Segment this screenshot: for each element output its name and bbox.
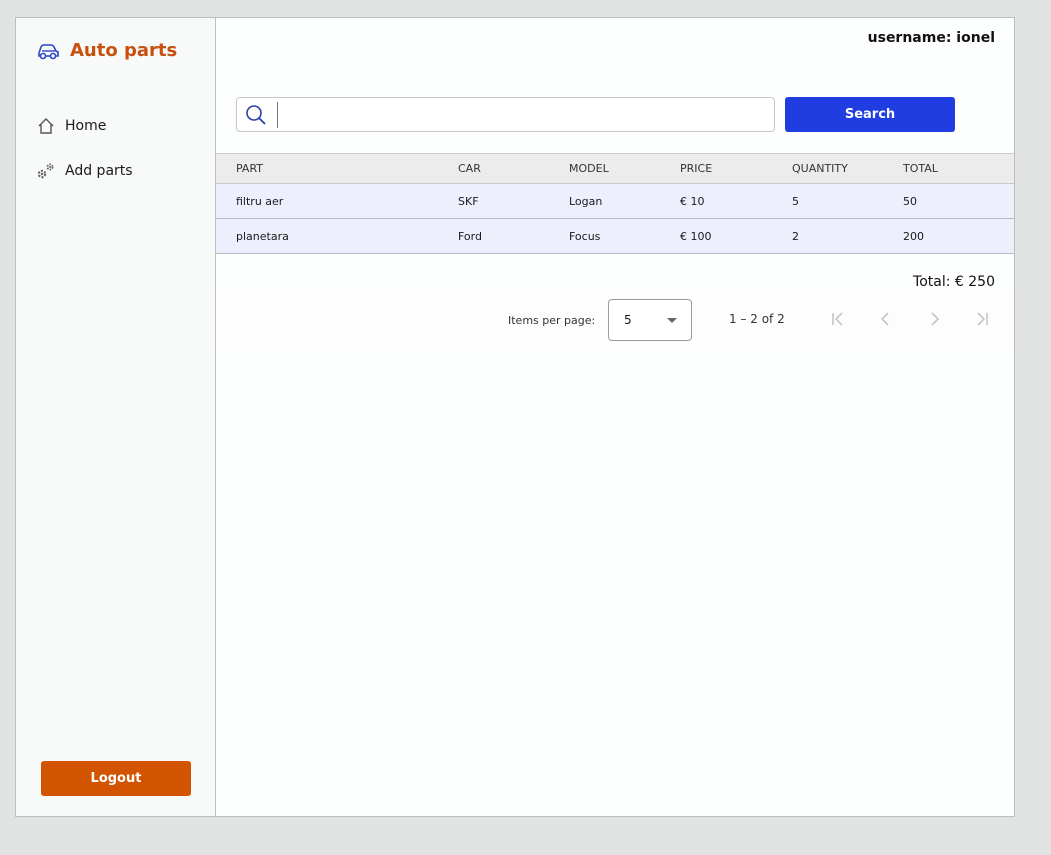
paginator: Items per page: 5 1 – 2 of 2: [216, 292, 1014, 350]
cell-model: Logan: [569, 194, 603, 208]
cell-car: Ford: [458, 229, 482, 243]
parts-table: PART CAR MODEL PRICE QUANTITY TOTAL filt…: [216, 153, 1014, 254]
username-label: username: ionel: [867, 30, 995, 46]
cell-total: 200: [903, 229, 924, 243]
gears-icon: [36, 161, 56, 181]
chevron-right-icon: [931, 312, 940, 326]
cell-total: 50: [903, 194, 917, 208]
cell-price: € 10: [680, 194, 705, 208]
items-per-page-label: Items per page:: [508, 314, 596, 327]
column-header-price[interactable]: PRICE: [680, 154, 712, 183]
sidebar-item-label: Add parts: [65, 163, 133, 179]
column-header-quantity[interactable]: QUANTITY: [792, 154, 848, 183]
last-page-button[interactable]: [967, 304, 997, 334]
cell-part: planetara: [236, 229, 289, 243]
search-button[interactable]: Search: [785, 97, 955, 132]
items-per-page-select[interactable]: 5: [608, 299, 692, 341]
column-header-part[interactable]: PART: [236, 154, 263, 183]
brand[interactable]: Auto parts: [36, 40, 177, 61]
sidebar-item-label: Home: [65, 118, 107, 134]
first-page-button[interactable]: [823, 304, 853, 334]
main-content: username: ionel Search PART CAR MODEL PR…: [216, 18, 1014, 816]
chevron-left-icon: [880, 312, 889, 326]
search-input[interactable]: [277, 102, 764, 128]
app-window: Auto parts Home Add parts Logout usernam…: [15, 17, 1015, 817]
column-header-car[interactable]: CAR: [458, 154, 481, 183]
previous-page-button[interactable]: [871, 304, 901, 334]
cell-price: € 100: [680, 229, 712, 243]
cell-car: SKF: [458, 194, 479, 208]
grand-total: Total: € 250: [913, 274, 995, 290]
dropdown-arrow-icon: [667, 318, 677, 323]
first-page-icon: [832, 312, 843, 326]
car-icon: [38, 43, 59, 59]
column-header-total[interactable]: TOTAL: [903, 154, 938, 183]
logout-button[interactable]: Logout: [41, 761, 191, 796]
search-field[interactable]: [236, 97, 775, 132]
brand-title: Auto parts: [70, 40, 178, 61]
table-row[interactable]: planetara Ford Focus € 100 2 200: [216, 219, 1014, 254]
table-row[interactable]: filtru aer SKF Logan € 10 5 50: [216, 184, 1014, 219]
range-label: 1 – 2 of 2: [729, 312, 785, 326]
next-page-button[interactable]: [919, 304, 949, 334]
cell-quantity: 5: [792, 194, 799, 208]
cell-part: filtru aer: [236, 194, 284, 208]
sidebar-item-home[interactable]: Home: [36, 116, 106, 136]
table-header: PART CAR MODEL PRICE QUANTITY TOTAL: [216, 153, 1014, 184]
sidebar: Auto parts Home Add parts Logout: [16, 18, 216, 816]
column-header-model[interactable]: MODEL: [569, 154, 609, 183]
search-icon: [245, 104, 267, 130]
home-icon: [36, 116, 56, 136]
sidebar-item-add-parts[interactable]: Add parts: [36, 161, 133, 181]
last-page-icon: [977, 312, 988, 326]
cell-quantity: 2: [792, 229, 799, 243]
cell-model: Focus: [569, 229, 601, 243]
items-per-page-value: 5: [624, 313, 632, 327]
